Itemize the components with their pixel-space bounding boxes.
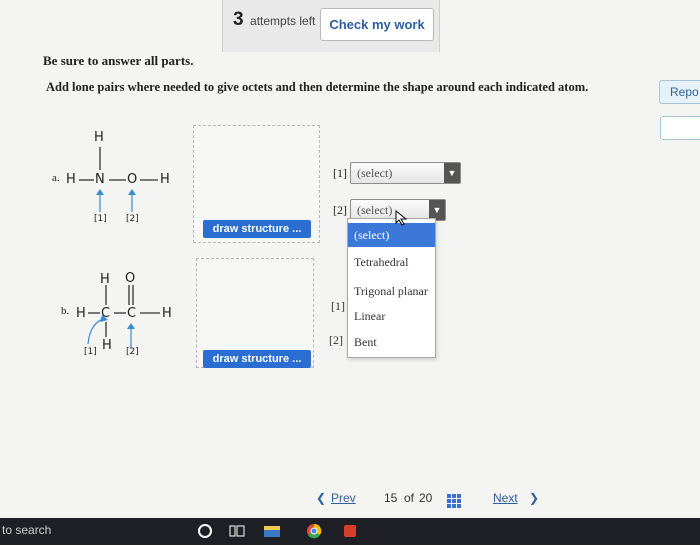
taskbar: to search: [0, 518, 700, 545]
part-b-prefix: b.: [61, 305, 70, 317]
part-a-prefix: a.: [52, 172, 60, 184]
report-button[interactable]: Repo: [659, 80, 700, 104]
option-tetrahedral[interactable]: Tetrahedral: [348, 250, 435, 274]
marker-b1: [1]: [84, 347, 97, 357]
marker-a1: [1]: [94, 214, 107, 224]
select-a1[interactable]: (select) ▼: [350, 162, 461, 184]
page-current: 15: [384, 491, 398, 505]
shape-dropdown-list[interactable]: (select) Tetrahedral Trigonal planar Lin…: [347, 218, 436, 358]
select-a2-value: (select): [357, 203, 393, 217]
marker-b2: [2]: [126, 347, 139, 357]
select-b2-label: [2]: [329, 333, 343, 347]
chevron-down-icon: ▼: [429, 200, 445, 220]
option-trigonal-planar[interactable]: Trigonal planar: [348, 279, 435, 303]
draw-structure-b-button[interactable]: draw structure ...: [203, 350, 311, 368]
attempts-label: attempts left: [250, 14, 316, 28]
option-linear[interactable]: Linear: [348, 304, 435, 328]
marker-a2: [2]: [126, 214, 139, 224]
side-panel-box[interactable]: [660, 116, 700, 140]
attempts-count: 3: [233, 9, 244, 30]
page-of: of: [404, 491, 415, 505]
taskbar-search[interactable]: to search: [2, 523, 51, 537]
chevron-down-icon: ▼: [444, 163, 460, 183]
option-select[interactable]: (select): [348, 223, 435, 247]
prev-link[interactable]: Prev: [331, 491, 356, 505]
instruction-all-parts: Be sure to answer all parts.: [43, 53, 194, 68]
mouse-cursor-icon: [395, 210, 408, 226]
cortana-icon[interactable]: [197, 523, 213, 539]
task-view-icon[interactable]: [229, 523, 245, 539]
select-a1-value: (select): [357, 166, 393, 180]
draw-structure-a-button[interactable]: draw structure ...: [203, 220, 311, 238]
select-b1-label: [1]: [331, 299, 345, 313]
check-my-work-button[interactable]: Check my work: [320, 8, 434, 41]
chrome-icon[interactable]: [306, 523, 322, 539]
prev-chevron-icon[interactable]: ❮: [316, 491, 326, 505]
select-a1-label: [1]: [333, 166, 347, 180]
question-grid-icon[interactable]: [447, 494, 461, 508]
app-icon[interactable]: [342, 523, 358, 539]
select-a2-label: [2]: [333, 203, 347, 217]
file-explorer-icon[interactable]: [263, 523, 281, 539]
instruction-question: Add lone pairs where needed to give octe…: [46, 80, 589, 94]
next-link[interactable]: Next: [493, 491, 518, 505]
attempts-indicator: 3 attempts left: [233, 9, 315, 31]
bonds-a: [79, 147, 158, 212]
page-total: 20: [419, 491, 433, 505]
attempts-bar: 3 attempts left Check my work: [222, 0, 440, 52]
next-chevron-icon[interactable]: ❯: [529, 491, 539, 505]
option-bent[interactable]: Bent: [348, 330, 435, 354]
